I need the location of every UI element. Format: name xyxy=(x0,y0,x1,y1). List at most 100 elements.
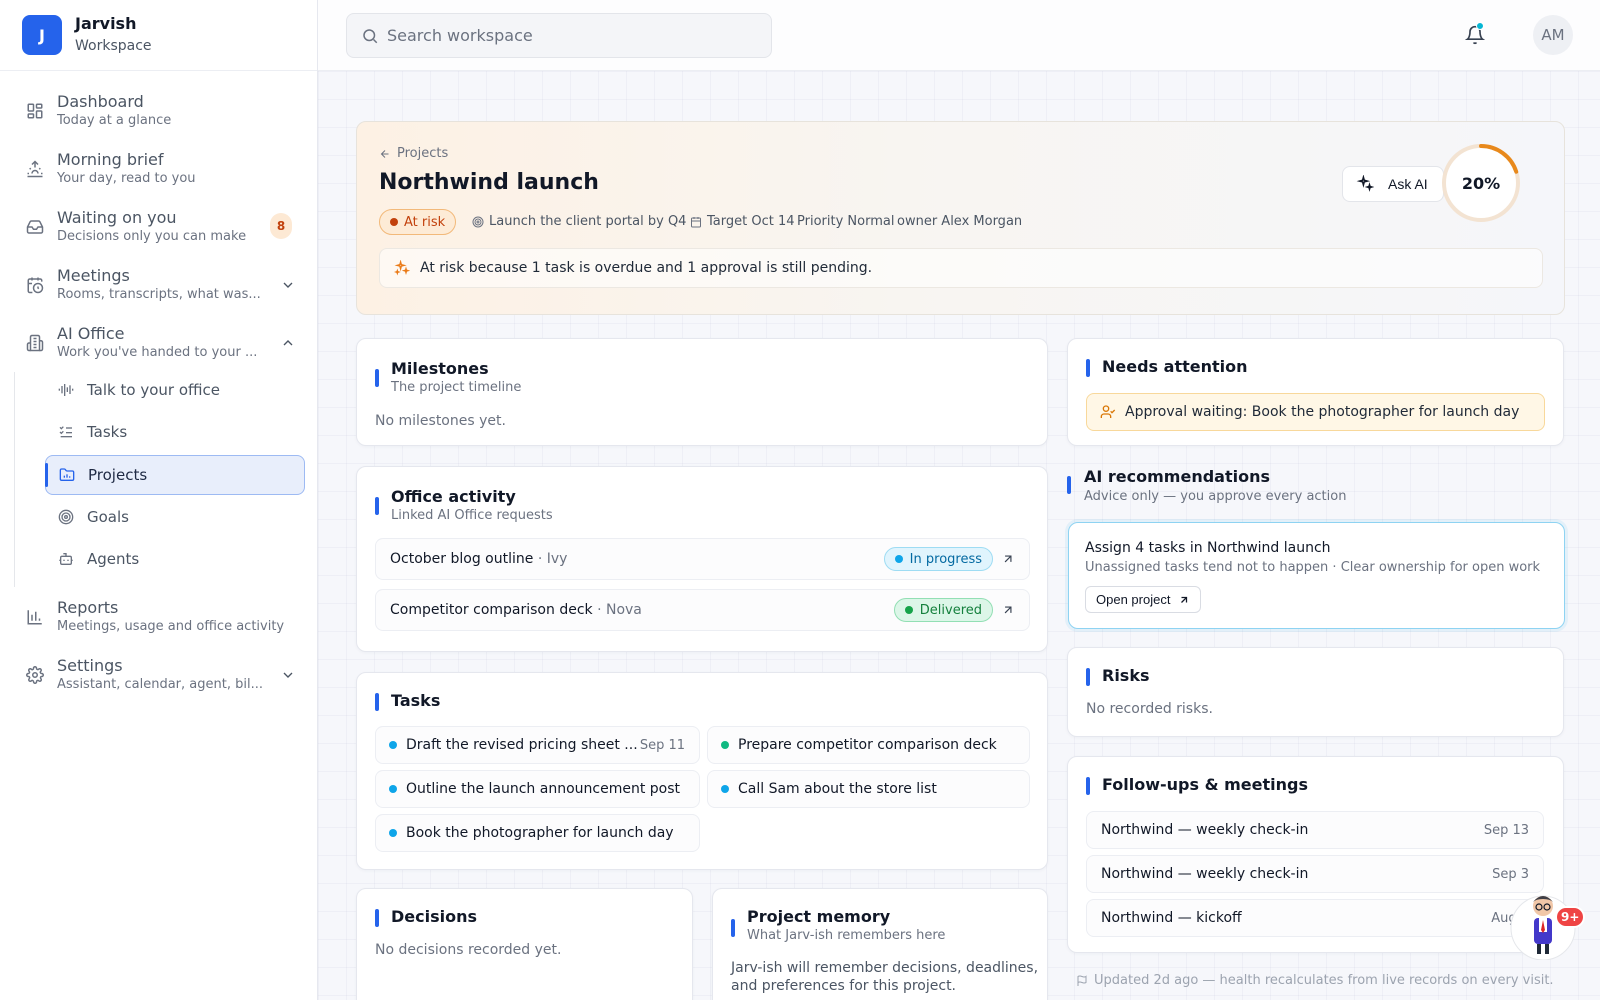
card-subtitle: What Jarv-ish remembers here xyxy=(747,928,946,943)
submenu-guide-line xyxy=(14,372,15,587)
sidebar-subitem-label: Tasks xyxy=(87,423,128,441)
milestones-card: Milestones The project timeline No miles… xyxy=(356,338,1048,446)
updated-note-text: Updated 2d ago — health recalculates fro… xyxy=(1094,973,1554,988)
activity-row[interactable]: October blog outline · Ivy In progress xyxy=(375,538,1030,580)
card-accent xyxy=(375,693,379,711)
status-badge: In progress xyxy=(883,547,993,571)
task-status-dot xyxy=(389,741,397,749)
target-icon xyxy=(58,509,74,525)
sidebar-item-reports[interactable]: Reports Meetings, usage and office activ… xyxy=(0,596,318,636)
card-accent xyxy=(1086,359,1090,377)
sidebar-item-desc: Rooms, transcripts, what was... xyxy=(57,287,261,302)
search-input[interactable] xyxy=(387,14,757,57)
card-subtitle: The project timeline xyxy=(391,380,522,395)
open-project-button[interactable]: Open project xyxy=(1085,586,1202,613)
task-item[interactable]: Outline the launch announcement post xyxy=(375,770,700,808)
open-project-label: Open project xyxy=(1096,592,1171,607)
notification-dot xyxy=(1476,22,1484,30)
task-status-dot xyxy=(721,785,729,793)
attention-item[interactable]: Approval waiting: Book the photographer … xyxy=(1086,393,1545,431)
task-label: Call Sam about the store list xyxy=(738,781,937,797)
memory-body: Jarv-ish will remember decisions, deadli… xyxy=(731,960,1039,976)
breadcrumb[interactable]: Projects xyxy=(379,146,448,161)
search-box[interactable] xyxy=(346,13,772,58)
progress-percent: 20% xyxy=(1461,173,1501,193)
empty-state: No milestones yet. xyxy=(375,413,506,429)
sidebar-item-title: Dashboard xyxy=(57,92,144,111)
card-title: Decisions xyxy=(391,907,478,926)
sidebar-item-morning-brief[interactable]: Morning brief Your day, read to you xyxy=(0,148,318,188)
arrow-up-right-icon[interactable] xyxy=(1001,552,1015,566)
chevron-up-icon[interactable] xyxy=(280,335,296,351)
brand[interactable]: J Jarvish Workspace xyxy=(0,0,317,71)
sidebar-subitem-label: Projects xyxy=(88,466,148,484)
activity-row[interactable]: Competitor comparison deck · Nova Delive… xyxy=(375,589,1030,631)
sparkles-icon xyxy=(1356,175,1374,192)
sidebar-item-desc: Today at a glance xyxy=(57,113,172,128)
chevron-down-icon[interactable] xyxy=(280,667,296,683)
meeting-row[interactable]: Northwind — weekly check-in Sep 13 xyxy=(1086,811,1544,849)
waveform-icon xyxy=(58,384,74,396)
task-status-dot xyxy=(721,741,729,749)
meeting-date: Sep 13 xyxy=(1483,822,1529,838)
ask-ai-label: Ask AI xyxy=(1388,176,1428,192)
card-title: Milestones xyxy=(391,359,489,378)
sidebar-item-title: Reports xyxy=(57,598,119,617)
sidebar-subitem-label: Talk to your office xyxy=(87,381,220,399)
brand-subtitle: Workspace xyxy=(75,38,152,54)
sidebar-subitem-talk-to-office[interactable]: Talk to your office xyxy=(45,370,305,410)
sidebar: J Jarvish Workspace Dashboard Today at a… xyxy=(0,0,318,1000)
card-title: Needs attention xyxy=(1102,357,1248,376)
sidebar-item-title: Settings xyxy=(57,656,123,675)
sidebar-subitem-label: Goals xyxy=(87,508,129,526)
sidebar-subitem-label: Agents xyxy=(87,550,140,568)
card-title: Follow-ups & meetings xyxy=(1102,775,1308,794)
tasks-card: Tasks Draft the revised pricing sheet ..… xyxy=(356,672,1048,870)
sidebar-subitem-projects[interactable]: Projects xyxy=(45,455,305,495)
checklist-icon xyxy=(59,426,72,438)
ask-ai-button[interactable]: Ask AI xyxy=(1342,166,1444,202)
meeting-row[interactable]: Northwind — kickoff Aug 3 xyxy=(1086,899,1544,937)
sidebar-item-dashboard[interactable]: Dashboard Today at a glance xyxy=(0,90,318,130)
sidebar-item-title: Meetings xyxy=(57,266,130,285)
meeting-row[interactable]: Northwind — weekly check-in Sep 3 xyxy=(1086,855,1544,893)
sidebar-item-title: AI Office xyxy=(57,324,125,343)
user-check-icon xyxy=(1100,405,1116,418)
folder-chart-icon xyxy=(59,468,75,481)
sidebar-subitem-agents[interactable]: Agents xyxy=(45,539,305,579)
memory-body: and preferences for this project. xyxy=(731,978,957,994)
sidebar-item-ai-office[interactable]: AI Office Work you've handed to your ... xyxy=(0,322,318,362)
followups-card: Follow-ups & meetings Northwind — weekly… xyxy=(1067,756,1564,953)
chevron-down-icon[interactable] xyxy=(280,277,296,293)
sidebar-item-settings[interactable]: Settings Assistant, calendar, agent, bil… xyxy=(0,654,318,694)
calendar-clock-icon xyxy=(27,277,44,294)
avatar[interactable]: AM xyxy=(1533,15,1573,55)
task-item[interactable]: Call Sam about the store list xyxy=(707,770,1030,808)
sidebar-item-title: Waiting on you xyxy=(57,208,177,227)
sidebar-item-meetings[interactable]: Meetings Rooms, transcripts, what was... xyxy=(0,264,318,304)
meeting-title: Northwind — weekly check-in xyxy=(1101,866,1309,882)
sidebar-subitem-goals[interactable]: Goals xyxy=(45,497,305,537)
brand-logo: J xyxy=(22,15,62,55)
sidebar-item-waiting-on-you[interactable]: Waiting on you Decisions only you can ma… xyxy=(0,206,318,246)
arrow-up-right-icon xyxy=(1181,596,1188,603)
card-title: Office activity xyxy=(391,487,516,506)
project-memory-card: Project memory What Jarv-ish remembers h… xyxy=(712,888,1048,1000)
task-label: Draft the revised pricing sheet ... xyxy=(406,737,638,753)
status-badge: Delivered xyxy=(893,598,993,622)
project-owner: owner Alex Morgan xyxy=(897,214,1023,229)
dashboard-icon xyxy=(27,103,43,119)
sidebar-item-desc: Your day, read to you xyxy=(57,171,196,186)
bar-chart-icon xyxy=(27,610,42,625)
task-item[interactable]: Prepare competitor comparison deck xyxy=(707,726,1030,764)
task-label: Book the photographer for launch day xyxy=(406,825,674,841)
meeting-title: Northwind — kickoff xyxy=(1101,910,1242,926)
search-icon xyxy=(363,28,378,43)
task-item[interactable]: Draft the revised pricing sheet ... Sep … xyxy=(375,726,700,764)
task-item[interactable]: Book the photographer for launch day xyxy=(375,814,700,852)
page-title: Northwind launch xyxy=(379,170,599,195)
arrow-left-icon xyxy=(380,149,389,158)
arrow-up-right-icon[interactable] xyxy=(1001,603,1015,617)
meeting-title: Northwind — weekly check-in xyxy=(1101,822,1309,838)
sidebar-subitem-tasks[interactable]: Tasks xyxy=(45,412,305,452)
